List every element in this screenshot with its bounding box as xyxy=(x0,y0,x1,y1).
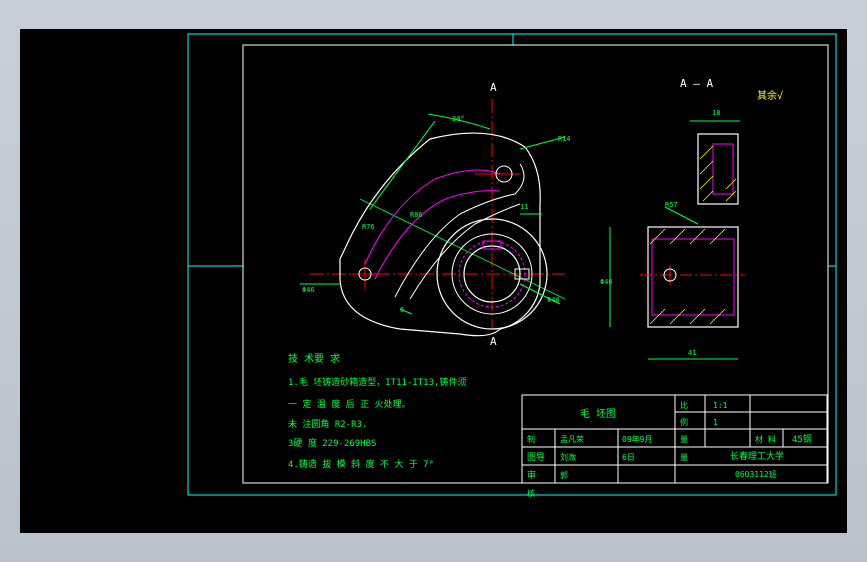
inner-frame xyxy=(242,44,829,484)
designer-name: 孟凡荣 xyxy=(560,434,584,444)
qty-label: 例 xyxy=(680,417,688,427)
dim-r76: R76 xyxy=(362,223,375,231)
note-line-5: 4.铸造 拔 模 斜 度 不 大 于 7° xyxy=(288,458,434,470)
dim-d40: Φ40 xyxy=(547,296,560,304)
outer-frame xyxy=(187,33,837,496)
dim-18: 18 xyxy=(712,109,720,117)
dim-r14: R14 xyxy=(558,135,571,143)
dim-r6: 6 xyxy=(400,306,404,314)
approve-name: 郭 xyxy=(560,470,568,480)
checker-label: 图导 xyxy=(527,452,545,463)
design-date: 09年9月 xyxy=(622,434,652,444)
designer-label: 制 xyxy=(527,434,535,444)
weight-label: 量 xyxy=(680,435,688,444)
material-label: 材 料 xyxy=(755,434,776,444)
front-view: A A 30° R14 11 R76 R86 Φ46 6 Φ40 xyxy=(300,81,571,348)
school-label: 量 xyxy=(680,453,688,462)
note-line-3: 未 注圆角 R2-R3. xyxy=(288,418,367,430)
scale-label: 比 xyxy=(680,400,688,410)
dim-d46-section: Φ46 xyxy=(600,278,613,286)
extra-label: 核 xyxy=(527,488,535,498)
notes-heading: 技 术要 求 xyxy=(288,352,340,365)
checker-name: 刘溦 xyxy=(560,452,576,462)
title-text: 毛 坯图 xyxy=(580,408,616,420)
note-line-1: 1.毛 坯铸造砂箱造型，IT11-IT13,铸件须 xyxy=(288,376,466,388)
note-line-4: 3硬 度 229-269HBS xyxy=(288,437,376,449)
check-date: 6日 xyxy=(622,453,635,462)
scale-value: 1:1 xyxy=(713,401,728,410)
material-value: 45钢 xyxy=(792,433,812,445)
drawing-sheet: A A 30° R14 11 R76 R86 Φ46 6 Φ40 A — A 其… xyxy=(187,33,837,498)
technical-notes: 技 术要 求 1.毛 坯铸造砂箱造型，IT11-IT13,铸件须 一 定 温 度… xyxy=(288,352,466,470)
dim-d46: Φ46 xyxy=(302,286,315,294)
dim-41: 41 xyxy=(688,349,696,357)
section-label-top: A xyxy=(490,81,497,94)
approve-label: 审 xyxy=(527,469,536,481)
school-name: 长春理工大学 xyxy=(730,450,784,462)
section-label-bottom: A xyxy=(490,335,497,348)
dim-r11: 11 xyxy=(520,203,528,211)
section-view: A — A 其余√ 18 Φ46 41 R57 xyxy=(600,77,783,360)
note-line-2: 一 定 温 度 后 正 火处理。 xyxy=(288,398,411,410)
class-code: 0603112班 xyxy=(735,469,777,479)
dim-r57: R57 xyxy=(665,201,678,209)
cad-drawing-canvas[interactable]: A A 30° R14 11 R76 R86 Φ46 6 Φ40 A — A 其… xyxy=(20,29,847,533)
dim-angle: 30° xyxy=(452,115,465,123)
dim-r86: R86 xyxy=(410,211,423,219)
roughness-note: 其余√ xyxy=(757,89,783,102)
section-view-label: A — A xyxy=(680,77,713,90)
qty-value: 1 xyxy=(713,418,718,427)
